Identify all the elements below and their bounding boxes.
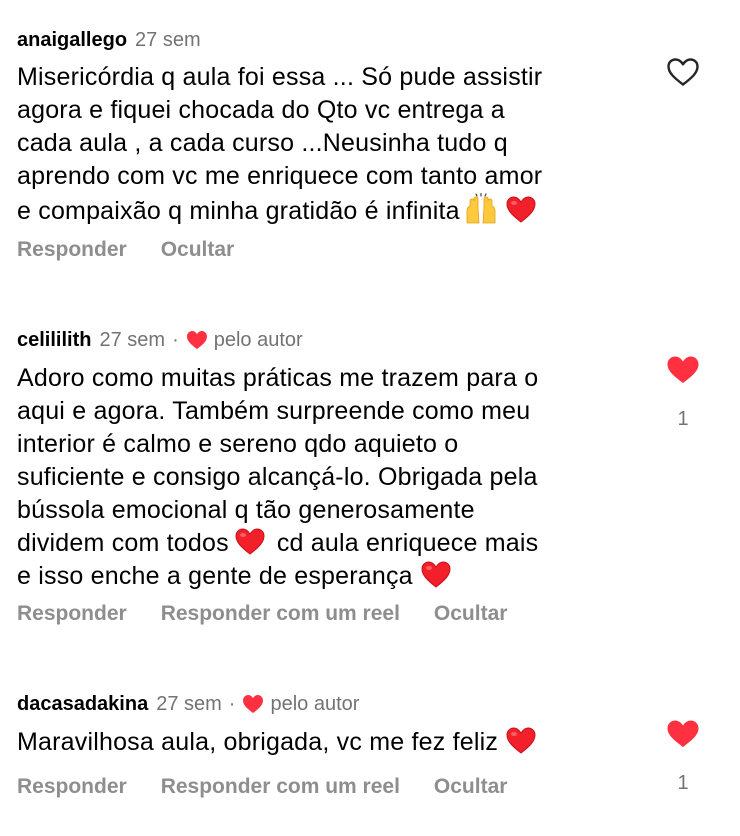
liked-by-author-label: pelo autor (270, 692, 360, 715)
comment-text-line: Maravilhosa aula, obrigada, vc me fez fe… (17, 728, 499, 756)
comment-timestamp[interactable]: 27 sem (156, 693, 222, 716)
comment-username[interactable]: dacasadakina (17, 693, 148, 716)
red-heart-emoji-icon (506, 727, 536, 754)
comment-item: dacasadakina 27 sem · pelo autor Maravil… (0, 0, 740, 836)
reply-button[interactable]: Responder (17, 775, 127, 799)
meta-separator: · (228, 692, 236, 715)
hide-button[interactable]: Ocultar (434, 775, 508, 799)
liked-by-author-badge: pelo autor (242, 693, 359, 716)
heart-filled-icon[interactable] (666, 719, 700, 749)
comment-text: Maravilhosa aula, obrigada, vc me fez fe… (17, 726, 647, 759)
like-count[interactable]: 1 (666, 772, 700, 795)
heart-filled-icon (243, 695, 264, 713)
comment-text-line-with-emoji: Maravilhosa aula, obrigada, vc me fez fe… (17, 726, 647, 759)
comment-actions: Responder Responder com um reel Ocultar (17, 775, 541, 799)
comment-meta: dacasadakina 27 sem · pelo autor (17, 690, 359, 718)
reply-with-reel-button[interactable]: Responder com um reel (161, 775, 400, 799)
